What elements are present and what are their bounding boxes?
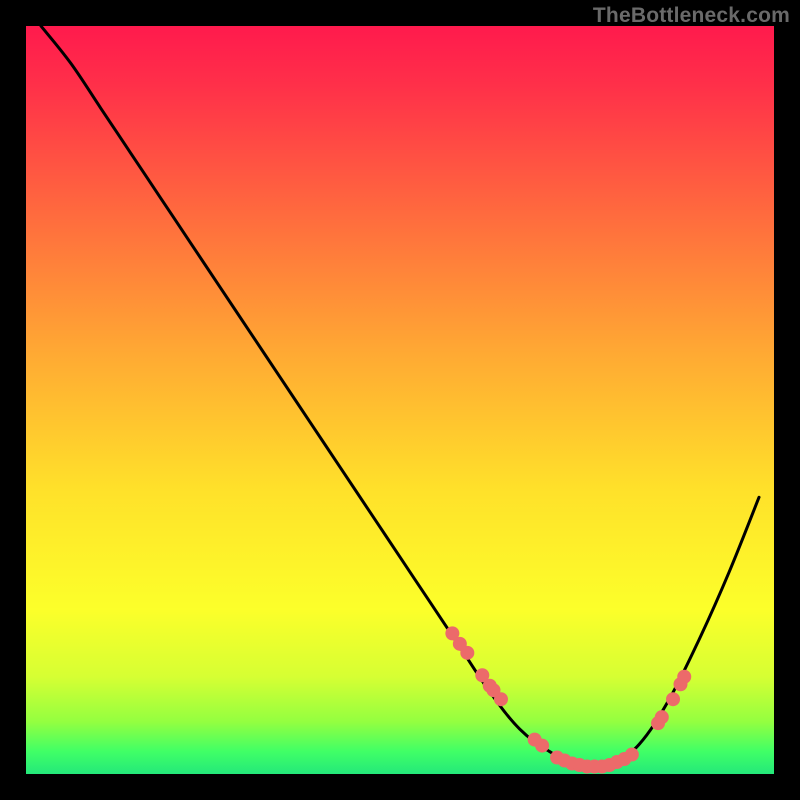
data-points: [445, 626, 691, 773]
chart-svg: [26, 26, 774, 774]
data-point: [460, 646, 474, 660]
data-point: [677, 670, 691, 684]
chart-frame: TheBottleneck.com: [0, 0, 800, 800]
bottleneck-curve: [41, 26, 759, 769]
plot-area: [26, 26, 774, 774]
data-point: [535, 739, 549, 753]
data-point: [666, 692, 680, 706]
watermark-text: TheBottleneck.com: [593, 4, 790, 28]
data-point: [494, 692, 508, 706]
data-point: [625, 748, 639, 762]
data-point: [655, 710, 669, 724]
